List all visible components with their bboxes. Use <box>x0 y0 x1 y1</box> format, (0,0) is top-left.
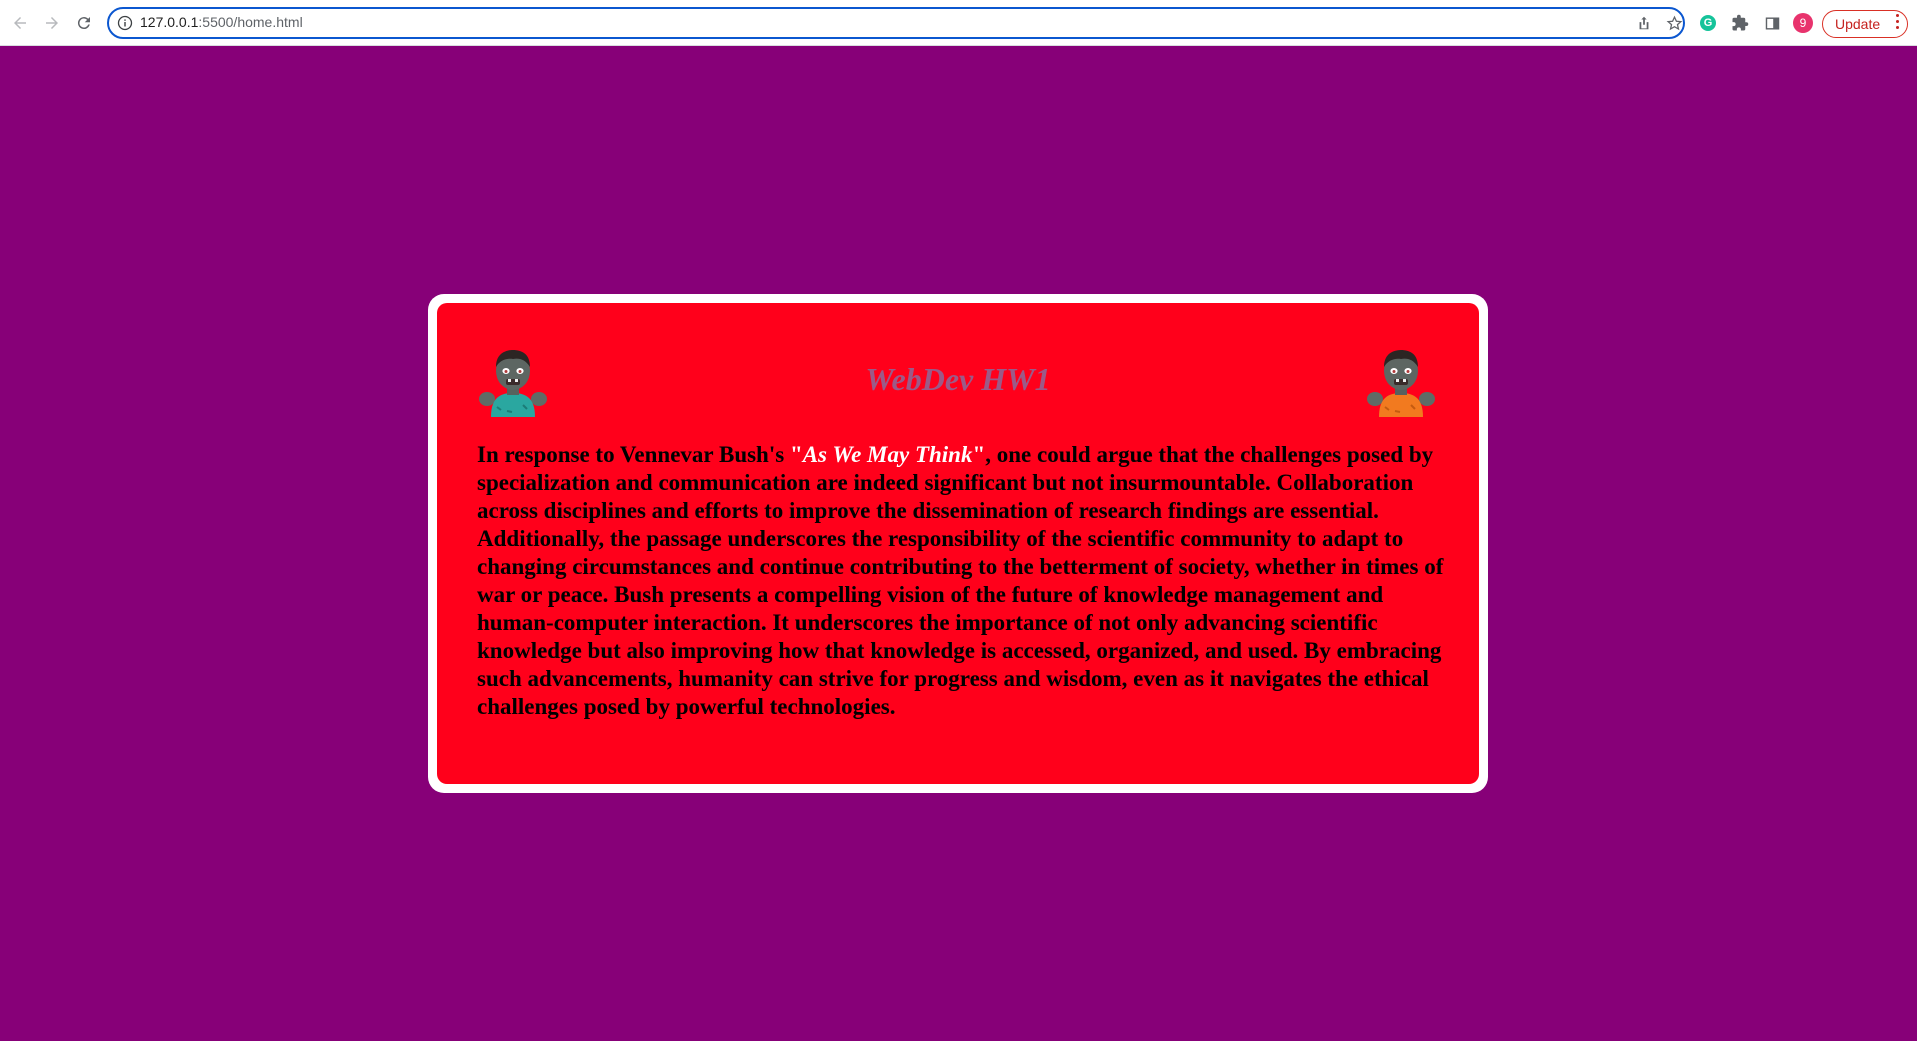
update-label: Update <box>1835 16 1881 32</box>
more-vert-icon[interactable] <box>1895 14 1899 29</box>
url-text[interactable]: 127.0.0.1:5500/home.html <box>140 14 303 30</box>
url-host: 127.0.0.1 <box>140 14 199 30</box>
update-button[interactable]: Update <box>1822 10 1908 38</box>
forward-arrow-icon[interactable] <box>40 11 64 35</box>
grammarly-icon[interactable]: G <box>1698 13 1718 33</box>
essay-quote: "As We May Think" <box>790 442 985 467</box>
extensions-puzzle-icon[interactable] <box>1730 13 1750 33</box>
essay-intro: In response to Vennevar Bush's <box>477 442 790 467</box>
page-title: WebDev HW1 <box>865 361 1051 397</box>
url-path: :5500/home.html <box>198 14 303 30</box>
quote-open-mark: " <box>789 442 803 467</box>
essay-paragraph: In response to Vennevar Bush's "As We Ma… <box>477 441 1447 721</box>
back-arrow-icon[interactable] <box>8 11 32 35</box>
reload-icon[interactable] <box>72 11 96 35</box>
essay-body: , one could argue that the challenges po… <box>477 442 1444 719</box>
share-icon[interactable] <box>1635 14 1653 32</box>
quote-title: As We May Think <box>802 442 973 467</box>
content-card: WebDev HW1 In response to Vennevar Bush'… <box>437 303 1479 784</box>
zombie-right-icon <box>1365 347 1437 419</box>
profile-avatar[interactable]: 9 <box>1793 13 1813 33</box>
star-icon[interactable] <box>1665 14 1683 32</box>
address-bar[interactable]: 127.0.0.1:5500/home.html <box>107 7 1685 39</box>
content-card-border: WebDev HW1 In response to Vennevar Bush'… <box>428 294 1488 793</box>
browser-toolbar: 127.0.0.1:5500/home.html G 9 Update <box>0 0 1917 46</box>
side-panel-icon[interactable] <box>1762 13 1782 33</box>
quote-close-mark: " <box>972 442 986 467</box>
info-icon[interactable] <box>117 15 133 31</box>
